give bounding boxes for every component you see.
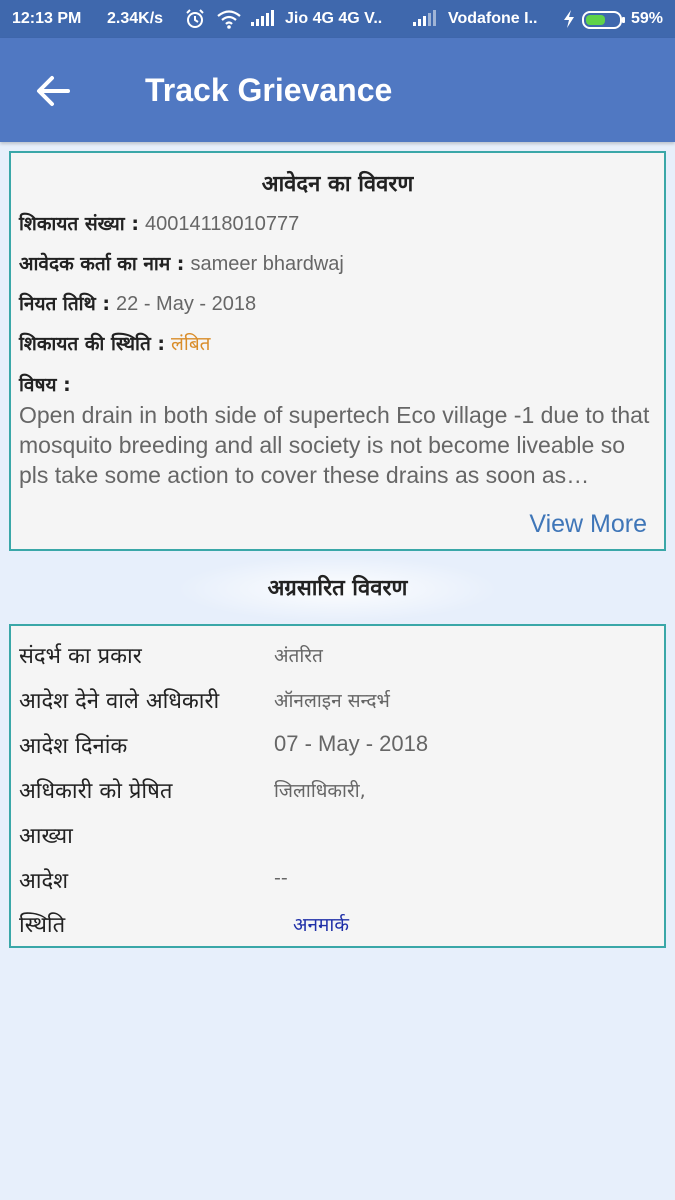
arrow-left-icon bbox=[37, 76, 70, 106]
ordering-officer-row: आदेश देने वाले अधिकारी ऑनलाइन सन्दर्भ bbox=[11, 685, 664, 725]
forwarded-details-card: संदर्भ का प्रकार अंतरित आदेश देने वाले अ… bbox=[9, 624, 666, 948]
complaint-status-row: शिकायत की स्थिति : लंबित bbox=[19, 330, 211, 356]
complaint-status-label: शिकायत की स्थिति : bbox=[19, 333, 165, 355]
status-battery-percent: 59% bbox=[631, 10, 664, 27]
app-bar: Track Grievance bbox=[0, 38, 675, 142]
charging-icon bbox=[562, 9, 576, 34]
ordering-officer-label: आदेश देने वाले अधिकारी bbox=[19, 689, 220, 714]
wifi-icon bbox=[216, 8, 242, 35]
application-details-card: आवेदन का विवरण शिकायत संख्या : 400141180… bbox=[9, 151, 666, 551]
alarm-icon bbox=[184, 8, 206, 35]
page-title: Track Grievance bbox=[145, 72, 393, 108]
sent-to-officer-label: अधिकारी को प्रेषित bbox=[19, 779, 173, 804]
report-label: आख्या bbox=[19, 824, 73, 849]
forwarded-details-heading: अग्रसारित विवरण bbox=[267, 576, 408, 601]
order-value: -- bbox=[274, 867, 288, 889]
report-row: आख्या bbox=[11, 820, 664, 860]
sent-to-officer-row: अधिकारी को प्रेषित जिलाधिकारी, bbox=[11, 775, 664, 815]
reference-type-row: संदर्भ का प्रकार अंतरित bbox=[11, 640, 664, 680]
complaint-number-row: शिकायत संख्या : 40014118010777 bbox=[19, 210, 299, 236]
due-date-value: 22 - May - 2018 bbox=[116, 293, 257, 315]
applicant-value: sameer bhardwaj bbox=[190, 253, 344, 275]
subject-row: विषय : bbox=[19, 371, 71, 397]
complaint-number-label: शिकायत संख्या : bbox=[19, 213, 139, 235]
complaint-number-value: 40014118010777 bbox=[144, 213, 300, 235]
view-more-link[interactable]: View More bbox=[529, 510, 647, 539]
status-bar: 12:13 PM 2.34K/s Jio 4G 4G V.. Vodafone … bbox=[0, 0, 675, 38]
subject-text: Open drain in both side of supertech Eco… bbox=[19, 402, 650, 488]
applicant-row: आवेदक कर्ता का नाम : sameer bhardwaj bbox=[19, 250, 344, 276]
reference-type-value: अंतरित bbox=[274, 645, 323, 667]
applicant-label: आवेदक कर्ता का नाम : bbox=[19, 253, 185, 275]
due-date-row: नियत तिथि : 22 - May - 2018 bbox=[19, 290, 256, 316]
subject-label: विषय : bbox=[19, 374, 71, 396]
status-carrier-2: Vodafone I.. bbox=[448, 10, 538, 27]
status-value: अनमार्क bbox=[293, 914, 349, 936]
order-label: आदेश bbox=[19, 869, 69, 894]
order-date-label: आदेश दिनांक bbox=[19, 734, 128, 759]
order-row: आदेश -- bbox=[11, 865, 664, 905]
reference-type-label: संदर्भ का प्रकार bbox=[19, 644, 142, 669]
due-date-label: नियत तिथि : bbox=[19, 293, 110, 315]
order-date-value: 07 - May - 2018 bbox=[274, 731, 429, 756]
status-row: स्थिति अनमार्क bbox=[11, 909, 664, 949]
status-time: 12:13 PM bbox=[12, 10, 82, 27]
application-details-heading: आवेदन का विवरण bbox=[261, 172, 414, 197]
battery-icon bbox=[582, 11, 626, 34]
status-network-speed: 2.34K/s bbox=[107, 10, 164, 27]
back-button[interactable] bbox=[28, 66, 78, 116]
sent-to-officer-value: जिलाधिकारी, bbox=[274, 780, 366, 802]
ordering-officer-value: ऑनलाइन सन्दर्भ bbox=[274, 690, 390, 712]
status-carrier-1: Jio 4G 4G V.. bbox=[285, 10, 383, 27]
signal-icon bbox=[250, 9, 276, 32]
signal-icon bbox=[412, 9, 438, 32]
status-label: स्थिति bbox=[19, 913, 66, 938]
order-date-row: आदेश दिनांक 07 - May - 2018 bbox=[11, 730, 664, 770]
status-badge: लंबित bbox=[171, 333, 211, 355]
